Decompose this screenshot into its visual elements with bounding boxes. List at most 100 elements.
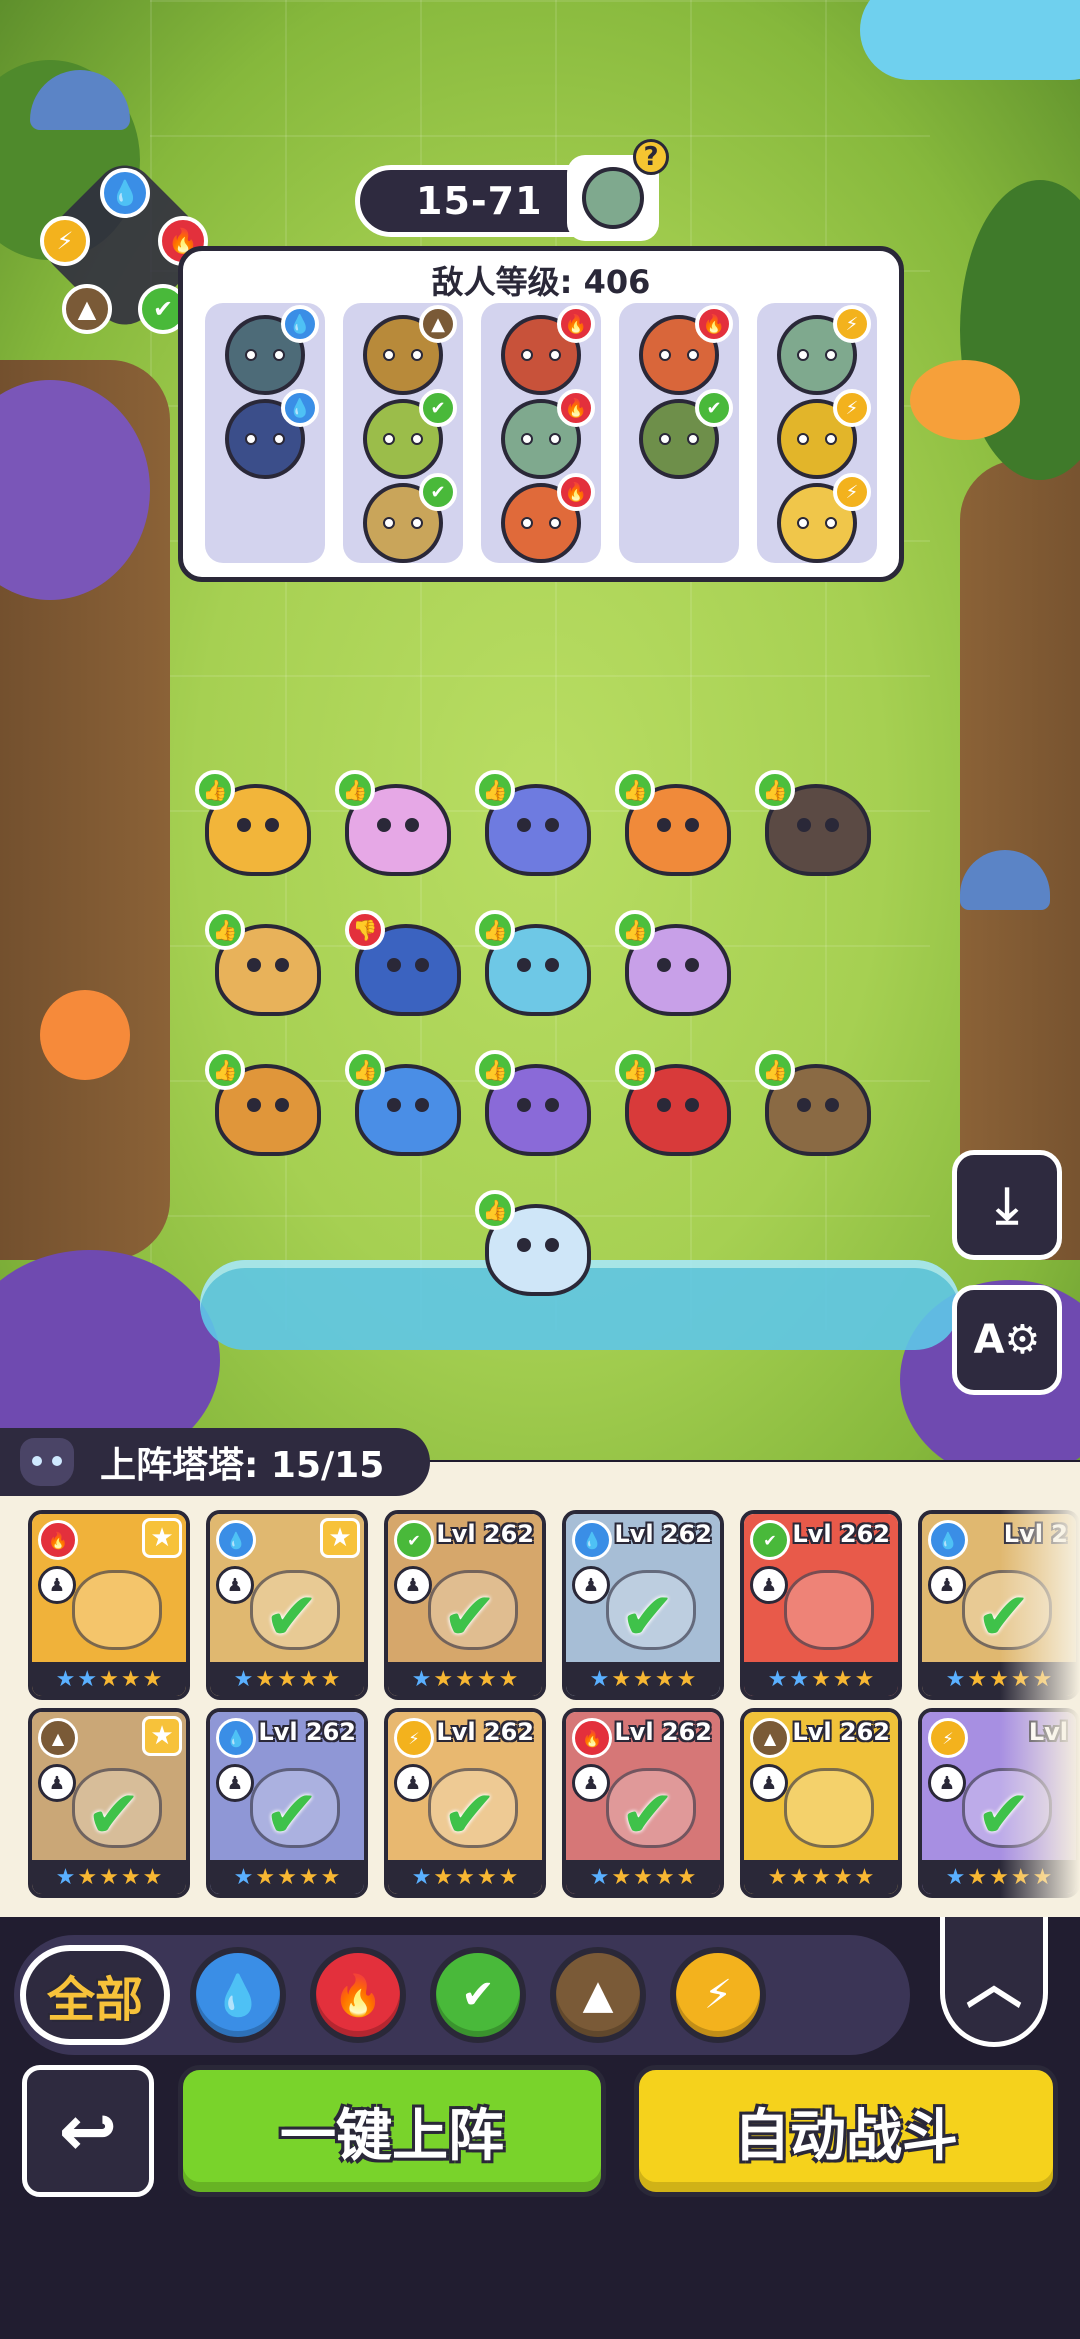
filter-bolt-button[interactable]: ⚡: [670, 1947, 766, 2043]
earth-icon: ▲: [419, 305, 457, 343]
hero-unit[interactable]: 👍: [335, 770, 455, 880]
hero-card[interactable]: 💧 ♟ Lvl 262 ✔ ★ ★ ★ ★ ★: [206, 1708, 368, 1898]
enemy-portrait[interactable]: 💧: [225, 389, 319, 479]
enemy-column: 🔥 🔥 🔥: [481, 303, 601, 563]
hero-unit[interactable]: 👍: [475, 910, 595, 1020]
star-icon: ★: [455, 1864, 475, 1890]
star-badge-icon: ★: [142, 1716, 182, 1756]
auto-settings-button[interactable]: A⚙: [952, 1285, 1062, 1395]
filter-leaf-button[interactable]: ✔: [430, 1947, 526, 2043]
star-icon: ★: [120, 1864, 141, 1890]
star-icon: ★: [55, 1666, 76, 1692]
hero-level: Lvl 262: [614, 1718, 712, 1746]
star-icon: ★: [633, 1864, 653, 1890]
star-icon: ★: [433, 1864, 454, 1890]
hero-card[interactable]: 💧 ♟ ★ ✔ ★ ★ ★ ★ ★: [206, 1510, 368, 1700]
star-icon: ★: [498, 1864, 519, 1890]
filter-earth-button[interactable]: ▲: [550, 1947, 646, 2043]
hero-level: Lvl 262: [436, 1520, 534, 1548]
hero-unit[interactable]: 👍: [195, 770, 315, 880]
enemy-portrait[interactable]: ✔: [639, 389, 733, 479]
check-icon: ✔: [264, 1578, 320, 1655]
star-icon: ★: [233, 1666, 254, 1692]
star-icon: ★: [832, 1666, 853, 1692]
class-icon: ♟: [572, 1566, 610, 1604]
fire-icon: 🔥: [557, 389, 595, 427]
hero-card[interactable]: 🔥 ♟ Lvl 262 ✔ ★ ★ ★ ★ ★: [562, 1708, 724, 1898]
enemy-portrait[interactable]: ✔: [363, 389, 457, 479]
star-icon: ★: [433, 1666, 454, 1692]
hero-card[interactable]: ▲ ♟ ★ ✔ ★ ★ ★ ★ ★: [28, 1708, 190, 1898]
auto-battle-button[interactable]: 自动战斗: [634, 2065, 1058, 2197]
back-button[interactable]: ↩: [22, 2065, 154, 2197]
class-icon: ♟: [394, 1566, 432, 1604]
thumbs-up-icon: 👍: [615, 910, 655, 950]
star-rating: ★★★★★: [388, 1662, 542, 1696]
thumbs-up-icon: 👍: [475, 770, 515, 810]
star-icon: ★: [767, 1666, 788, 1692]
star-icon: ★: [142, 1666, 163, 1692]
star-icon: ★: [77, 1666, 98, 1692]
hero-unit[interactable]: 👍: [475, 770, 595, 880]
boss-info-button[interactable]: ?: [567, 139, 669, 241]
save-formation-button[interactable]: ⤓: [952, 1150, 1062, 1260]
hero-unit[interactable]: 👍: [615, 770, 735, 880]
waterfall: [860, 0, 1080, 80]
enemy-column: ⚡ ⚡ ⚡: [757, 303, 877, 563]
enemy-portrait[interactable]: ▲: [363, 305, 457, 395]
hero-unit[interactable]: 👍: [475, 1190, 595, 1300]
hero-card[interactable]: 💧 ♟ Lvl 262 ✔ ★ ★ ★ ★ ★: [562, 1510, 724, 1700]
hero-unit[interactable]: 👍: [755, 1050, 875, 1160]
hero-card[interactable]: 🔥 ♟ ★ ★ ★ ★ ★ ★: [28, 1510, 190, 1700]
star-icon: ★: [654, 1864, 675, 1890]
enemy-portrait[interactable]: ⚡: [777, 473, 871, 563]
filter-water-button[interactable]: 💧: [190, 1947, 286, 2043]
class-icon: ♟: [216, 1764, 254, 1802]
roster-cards: 🔥 ♟ ★ ★ ★ ★ ★ ★ 💧 ♟ ★ ✔ ★ ★ ★ ★ ★ ✔ ♟ Lvl 262 ✔ ★ ★ ★ ★ ★ 💧 ♟ Lvl 26…: [28, 1510, 1080, 1900]
hero-unit[interactable]: 👍: [475, 1050, 595, 1160]
enemy-portrait[interactable]: 🔥: [639, 305, 733, 395]
thumbs-up-icon: 👍: [195, 770, 235, 810]
star-icon: ★: [255, 1666, 276, 1692]
check-icon: ✔: [264, 1776, 320, 1853]
hero-card[interactable]: ✔ ♟ Lvl 262 ✔ ★ ★ ★ ★ ★: [384, 1510, 546, 1700]
star-icon: ★: [99, 1864, 119, 1890]
hero-unit[interactable]: 👍: [755, 770, 875, 880]
filter-fire-button[interactable]: 🔥: [310, 1947, 406, 2043]
stage-number: 15-71: [416, 179, 543, 223]
hero-card[interactable]: ⚡ ♟ Lvl 262 ✔ ★ ★ ★ ★ ★: [384, 1708, 546, 1898]
thumbs-up-icon: 👍: [345, 1050, 385, 1090]
check-icon: ✔: [620, 1578, 676, 1655]
leaf-icon: ✔: [695, 389, 733, 427]
enemy-portrait[interactable]: 🔥: [501, 389, 595, 479]
class-icon: ♟: [750, 1764, 788, 1802]
enemy-portrait[interactable]: ✔: [363, 473, 457, 563]
enemy-portrait[interactable]: 🔥: [501, 473, 595, 563]
hero-unit[interactable]: 👍: [205, 910, 325, 1020]
star-icon: ★: [411, 1864, 432, 1890]
roster-count: 上阵塔塔: 15/15: [100, 1445, 385, 1486]
hero-unit[interactable]: 👎: [345, 910, 465, 1020]
hero-unit[interactable]: 👍: [345, 1050, 465, 1160]
enemy-portrait[interactable]: ⚡: [777, 305, 871, 395]
class-icon: ♟: [38, 1566, 76, 1604]
class-icon: ♟: [216, 1566, 254, 1604]
star-icon: ★: [945, 1864, 966, 1890]
hero-card[interactable]: ✔ ♟ Lvl 262 ★ ★ ★ ★ ★: [740, 1510, 902, 1700]
enemy-portrait[interactable]: 💧: [225, 305, 319, 395]
enemy-portrait[interactable]: 🔥: [501, 305, 595, 395]
hero-unit[interactable]: 👍: [205, 1050, 325, 1160]
enemy-portrait[interactable]: ⚡: [777, 389, 871, 479]
hero-unit[interactable]: 👍: [615, 910, 735, 1020]
filter-all-button[interactable]: 全部: [20, 1945, 170, 2045]
earth-icon: ▲: [38, 1718, 78, 1758]
star-icon: ★: [676, 1864, 697, 1890]
one-click-deploy-button[interactable]: 一键上阵: [178, 2065, 606, 2197]
thumbs-up-icon: 👍: [615, 1050, 655, 1090]
collapse-button[interactable]: ︿: [940, 1917, 1048, 2047]
star-icon: ★: [77, 1864, 98, 1890]
water-icon: 💧: [216, 1520, 256, 1560]
hero-card[interactable]: ▲ ♟ Lvl 262 ★ ★ ★ ★ ★: [740, 1708, 902, 1898]
hero-unit[interactable]: 👍: [615, 1050, 735, 1160]
star-icon: ★: [789, 1666, 810, 1692]
